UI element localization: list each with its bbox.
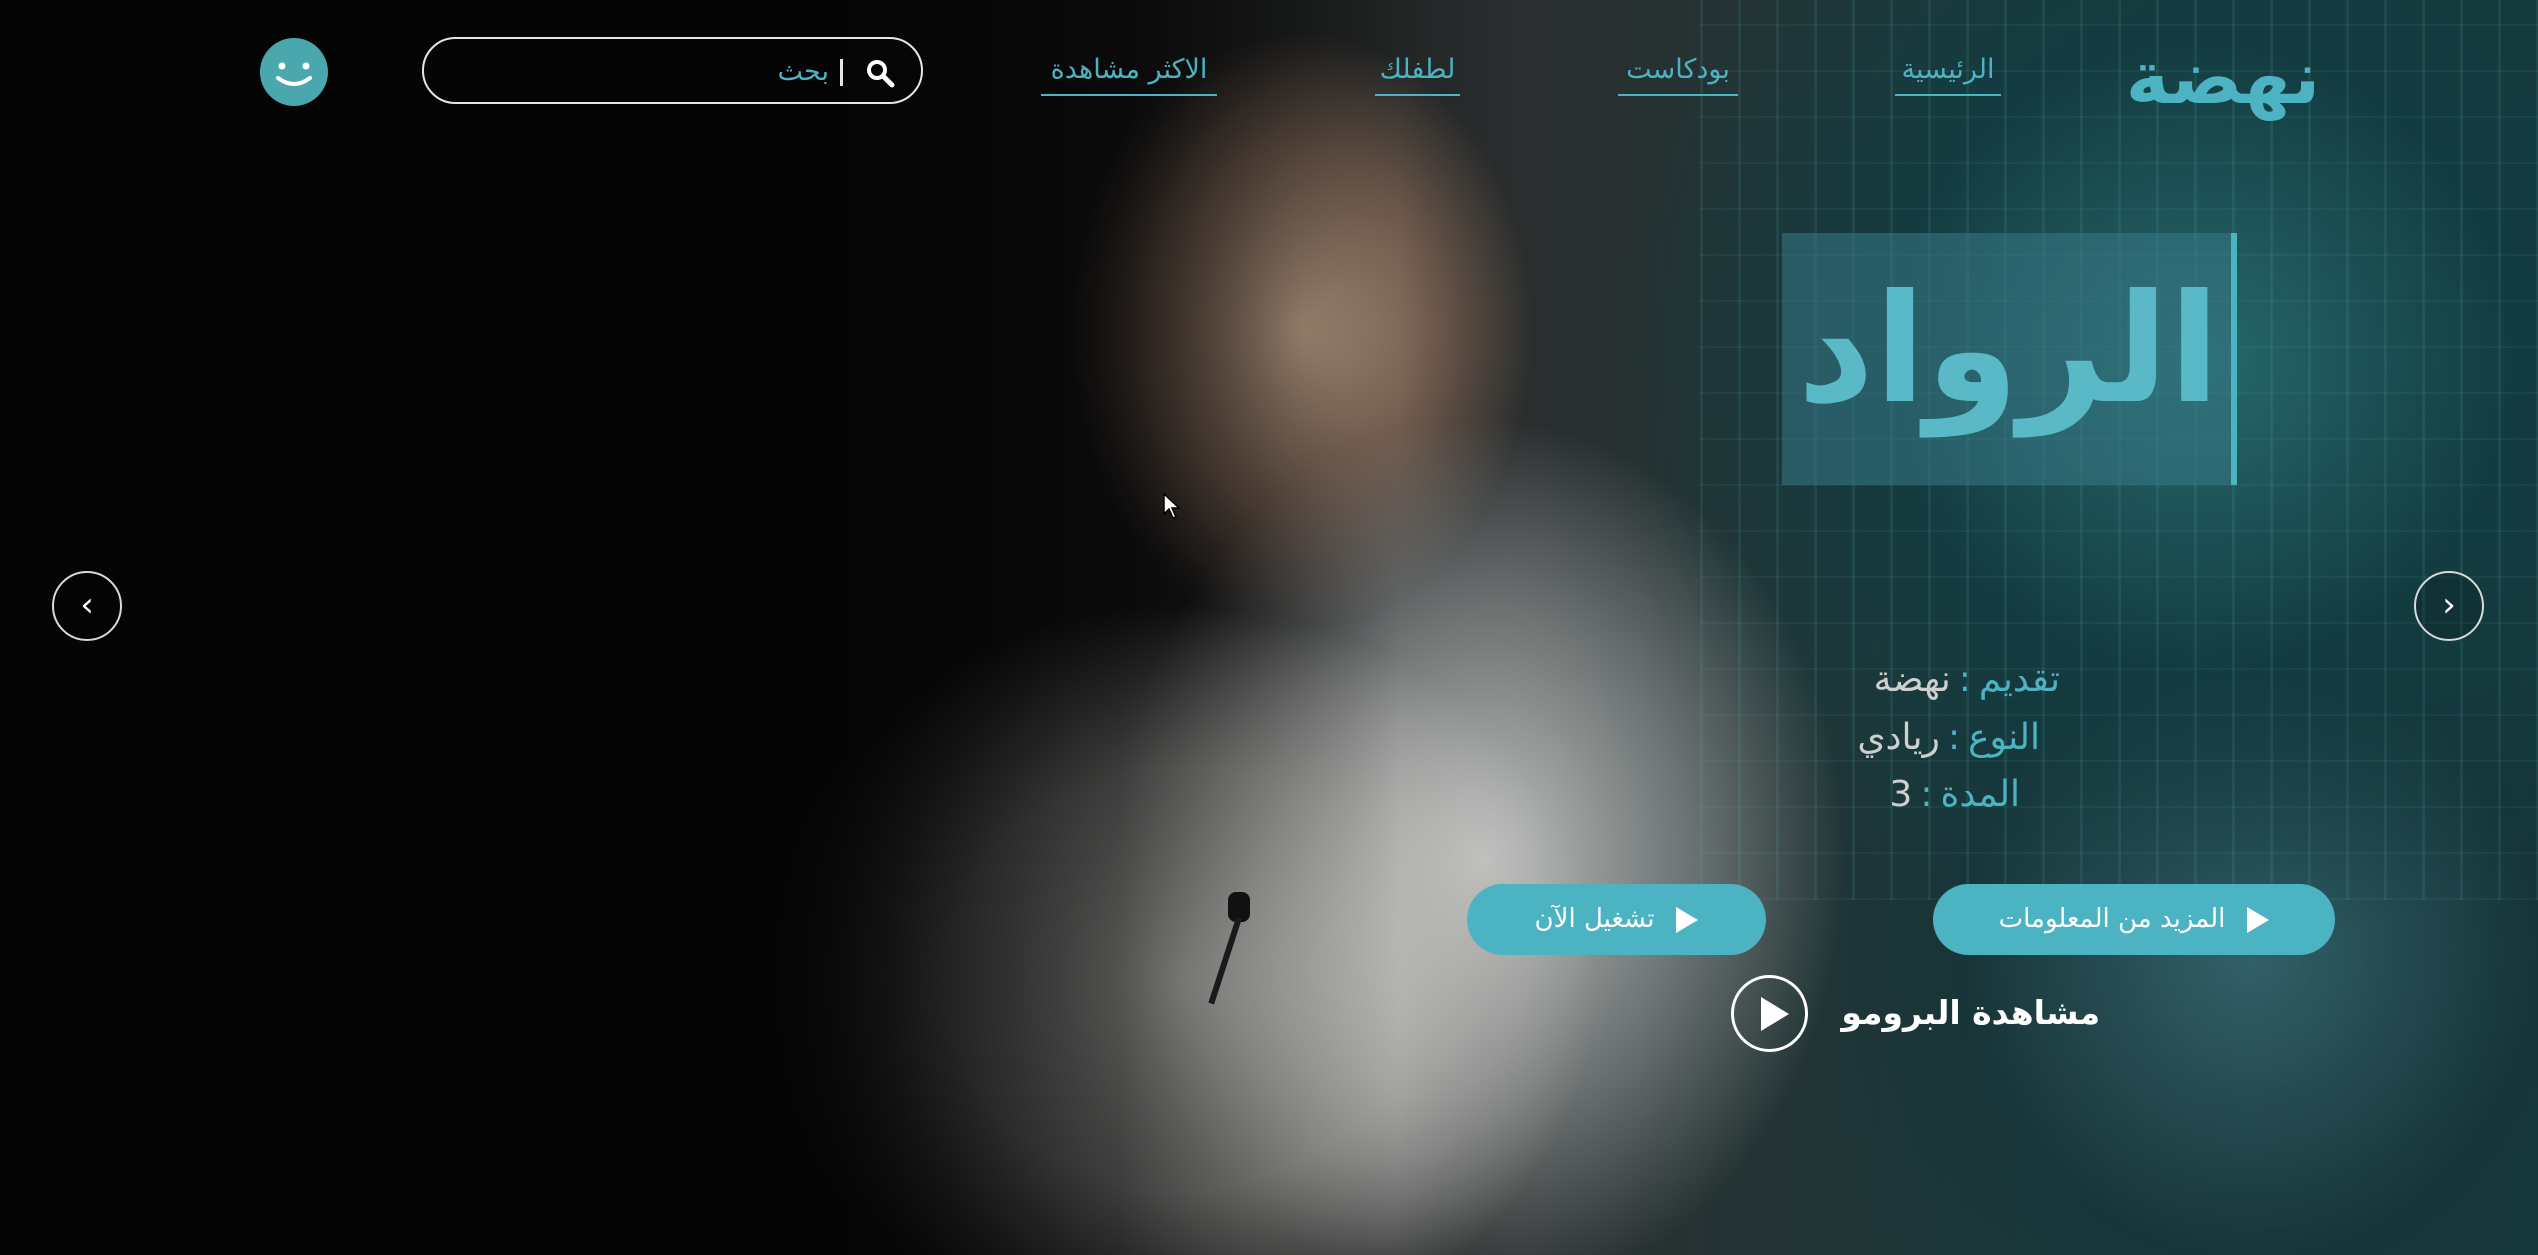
meta-presenter-value: نهضة <box>1873 659 1951 700</box>
play-icon <box>1761 997 1789 1031</box>
meta-presenter-key: تقديم <box>1978 659 2060 700</box>
meta-duration-key: المدة <box>1940 774 2020 815</box>
play-icon <box>2247 906 2270 933</box>
brand-logo[interactable]: نهضة <box>2118 38 2328 118</box>
play-now-button[interactable]: تشغيل الآن <box>1467 884 1766 955</box>
more-info-label: المزيد من المعلومات <box>1998 904 2226 934</box>
carousel-prev-button[interactable]: ‹ <box>52 571 122 641</box>
nav-link-kids[interactable]: لطفلك <box>1375 52 1460 96</box>
title-accent-bar <box>2231 233 2237 485</box>
nav-link-most-watched[interactable]: الاكثر مشاهدة <box>1041 52 1217 96</box>
hero-stage: نهضة الرئيسية بودكاست لطفلك الاكثر مشاهد… <box>0 0 2538 1255</box>
play-icon <box>1676 906 1699 933</box>
search-divider <box>840 59 843 86</box>
meta-separator: : <box>1958 659 1971 700</box>
search-input[interactable] <box>454 49 829 93</box>
meta-genre: النوع:ريادي <box>1700 713 2040 763</box>
chevron-left-icon: ‹ <box>80 585 94 625</box>
promo-label[interactable]: مشاهدة البرومو <box>1820 988 2100 1038</box>
meta-separator: : <box>1947 717 1961 758</box>
meta-genre-value: ريادي <box>1857 717 1940 758</box>
carousel-next-button[interactable]: › <box>2414 571 2484 641</box>
nav-link-home[interactable]: الرئيسية <box>1895 52 2001 96</box>
mouse-cursor-icon <box>1163 492 1181 519</box>
hero-left-fade <box>0 0 1400 1255</box>
meta-duration-value: 3 <box>1889 774 1913 815</box>
more-info-button[interactable]: المزيد من المعلومات <box>1933 884 2335 955</box>
meta-duration: المدة:3 <box>1700 770 2020 820</box>
nav-link-podcast[interactable]: بودكاست <box>1618 52 1738 96</box>
search-icon[interactable] <box>864 57 896 89</box>
meta-genre-key: النوع <box>1968 717 2040 758</box>
smiley-avatar-icon <box>276 62 312 86</box>
play-now-label: تشغيل الآن <box>1534 904 1655 934</box>
show-title: الرواد <box>1797 263 2224 437</box>
search-bar[interactable] <box>422 37 923 104</box>
meta-separator: : <box>1920 774 1933 815</box>
chevron-right-icon: › <box>2442 585 2456 625</box>
promo-play-button[interactable] <box>1731 975 1808 1052</box>
user-avatar[interactable] <box>260 38 328 106</box>
meta-presenter: تقديم:نهضة <box>1700 655 2060 705</box>
